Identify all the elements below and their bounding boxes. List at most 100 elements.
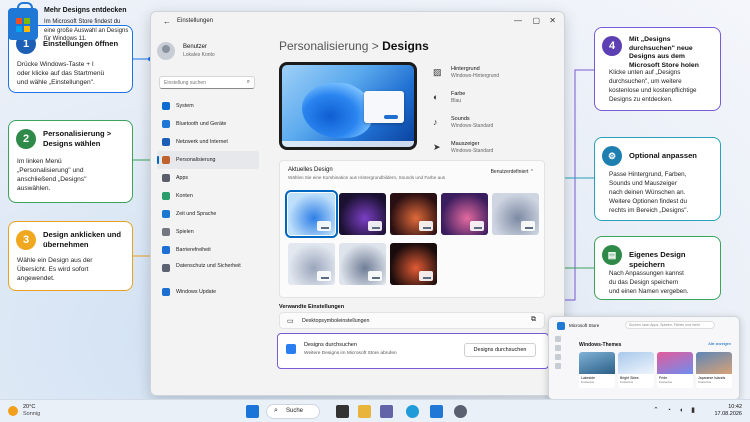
callout-line: und einen Namen vergeben. xyxy=(609,288,689,295)
theme-preview-image xyxy=(618,352,654,374)
related-settings-heading: Verwandte Einstellungen xyxy=(279,304,345,310)
prop-value: Windows-Standard xyxy=(451,123,494,129)
theme-preview-image xyxy=(696,352,732,374)
browse-designs-button[interactable]: Designs durchsuchen xyxy=(464,343,536,357)
sidebar-item-gaming[interactable]: Spielen xyxy=(157,223,259,241)
sidebar-item-apps[interactable]: Apps xyxy=(157,169,259,187)
prop-background[interactable]: ▨ Hintergrund Windows-Hintergrund xyxy=(429,64,559,89)
gear-icon: ⚙ xyxy=(602,146,622,166)
callout-title: Mehr Designs entdecken xyxy=(44,7,127,14)
current-design-title: Aktuelles Design xyxy=(288,167,333,173)
store-theme-card[interactable]: Lakeside Kostenlos xyxy=(579,352,615,388)
start-icon[interactable] xyxy=(246,405,259,418)
callout-title: Eigenes Design speichern xyxy=(629,250,686,269)
design-thumb-glow[interactable] xyxy=(441,193,488,235)
breadcrumb-parent[interactable]: Personalisierung xyxy=(279,39,368,53)
settings-icon[interactable] xyxy=(454,405,467,418)
sidebar-item-label: Barrierefreiheit xyxy=(176,247,211,253)
design-thumb-flower-dark[interactable] xyxy=(390,193,437,235)
taskbar-search[interactable]: ⌕ Suche xyxy=(266,404,320,419)
user-card[interactable]: Benutzer Lokales Konto xyxy=(157,40,257,62)
design-thumb-flow[interactable] xyxy=(339,243,386,285)
callout-line: eine große Auswahl an Designs xyxy=(44,27,129,34)
teams-icon[interactable] xyxy=(380,405,393,418)
sidebar-item-accounts[interactable]: Konten xyxy=(157,187,259,205)
prop-value: Windows-Hintergrund xyxy=(451,73,500,79)
games-icon[interactable] xyxy=(555,354,561,360)
speaker-icon: ♪ xyxy=(433,117,438,127)
title-bar: ← Einstellungen — ▢ ✕ xyxy=(151,12,564,32)
current-design-subtitle: Wählen Sie eine Kombination aus Hintergr… xyxy=(288,175,446,180)
sidebar-item-network[interactable]: Netzwerk und Internet xyxy=(157,133,259,151)
callout-line: kostenlose und kostenpflichtige xyxy=(609,87,697,94)
callout-body: Nach Anpassungen kannst du das Design sp… xyxy=(609,269,688,296)
theme-preview-image xyxy=(657,352,693,374)
sidebar-item-privacy[interactable]: Datenschutz und Sicherheit xyxy=(157,259,259,283)
store-search-input[interactable]: Suchen nach Apps, Spielen, Filmen und me… xyxy=(625,321,715,329)
design-thumb-sculpt[interactable] xyxy=(492,193,539,235)
sidebar-item-label: System xyxy=(176,103,194,109)
sidebar-item-windows-update[interactable]: Windows Update xyxy=(157,283,259,301)
home-icon[interactable] xyxy=(555,336,561,342)
store-theme-card[interactable]: Pride Kostenlos xyxy=(657,352,693,388)
task-view-icon[interactable] xyxy=(336,405,349,418)
browse-designs-subtitle: Weitere Designs im Microsoft Store abruf… xyxy=(304,351,397,356)
prop-value: Blau xyxy=(451,98,462,104)
minimize-icon[interactable]: — xyxy=(514,16,522,25)
maximize-icon[interactable]: ▢ xyxy=(532,16,540,25)
sidebar-item-label: Zeit und Sprache xyxy=(176,211,217,217)
search-placeholder: Einstellung suchen xyxy=(164,80,206,86)
library-icon[interactable] xyxy=(555,363,561,369)
settings-search-input[interactable]: Einstellung suchen ⌕ xyxy=(159,76,255,89)
store-see-all-link[interactable]: Alle anzeigen xyxy=(708,342,731,346)
user-account-type: Lokales Konto xyxy=(183,52,215,58)
desktop-icon-settings-row[interactable]: ▭ Desktopsymboleinstellungen ⧉ xyxy=(279,312,545,329)
callout-line: anschließend „Designs" xyxy=(17,176,87,183)
callout-title: Design anklicken und übernehmen xyxy=(43,230,122,249)
apps-icon xyxy=(162,174,170,182)
back-arrow-icon[interactable]: ← xyxy=(163,17,171,26)
current-design-panel: Aktuelles Design Wählen Sie eine Kombina… xyxy=(279,160,545,298)
design-thumb-captured-motion[interactable] xyxy=(288,243,335,285)
callout-line: du das Design speichern xyxy=(609,279,679,286)
prop-label: Sounds xyxy=(451,116,470,122)
sidebar-item-system[interactable]: System xyxy=(157,97,259,115)
prop-sounds[interactable]: ♪ Sounds Windows-Standard xyxy=(429,114,559,139)
mini-window-icon xyxy=(470,221,484,231)
callout-line: Im linken Menü xyxy=(17,158,62,165)
callout-line: für Windows 11. xyxy=(44,36,87,42)
clock[interactable]: 10:42 17.08.2026 xyxy=(714,404,742,418)
preview-window xyxy=(364,91,404,123)
design-thumb-flower-red[interactable] xyxy=(390,243,437,285)
callout-line: angewendet. xyxy=(17,275,55,282)
mini-window-icon xyxy=(317,221,331,231)
callout-step-3: 3 Design anklicken und übernehmen Wähle … xyxy=(8,221,133,291)
store-theme-card[interactable]: Japanese Islands Kostenlos xyxy=(696,352,732,388)
person-icon xyxy=(162,192,170,200)
theme-price: Kostenlos xyxy=(620,380,634,384)
apps-icon[interactable] xyxy=(555,345,561,351)
sidebar-item-time-language[interactable]: Zeit und Sprache xyxy=(157,205,259,223)
sidebar-item-accessibility[interactable]: Barrierefreiheit xyxy=(157,241,259,259)
prop-color[interactable]: ◐ Farbe Blau xyxy=(429,89,559,114)
store-theme-card[interactable]: Bright Skies Kostenlos xyxy=(618,352,654,388)
file-explorer-icon[interactable] xyxy=(358,405,371,418)
current-design-value[interactable]: Benutzerdefiniert ⌃ xyxy=(491,169,534,175)
callout-step-2: 2 Personalisierung > Designs wählen Im l… xyxy=(8,120,133,203)
tray-icons[interactable]: ⌃ ◔ ◖ ▮ xyxy=(653,406,698,414)
close-icon[interactable]: ✕ xyxy=(549,16,556,25)
image-icon: ▨ xyxy=(433,67,442,77)
design-thumb-windows-light[interactable] xyxy=(285,190,338,238)
prop-label: Hintergrund xyxy=(451,66,480,72)
store-side-nav xyxy=(552,333,564,372)
sidebar-item-personalization[interactable]: Personalisierung xyxy=(157,151,259,169)
page-title: Designs xyxy=(382,39,429,53)
sidebar-item-label: Spielen xyxy=(176,229,194,235)
window-title: Einstellungen xyxy=(177,18,214,24)
theme-price: Kostenlos xyxy=(659,380,673,384)
store-icon[interactable] xyxy=(430,405,443,418)
store-bag-icon xyxy=(8,2,38,40)
edge-icon[interactable] xyxy=(406,405,419,418)
design-thumb-windows-dark[interactable] xyxy=(339,193,386,235)
sidebar-item-bluetooth[interactable]: Bluetooth und Geräte xyxy=(157,115,259,133)
